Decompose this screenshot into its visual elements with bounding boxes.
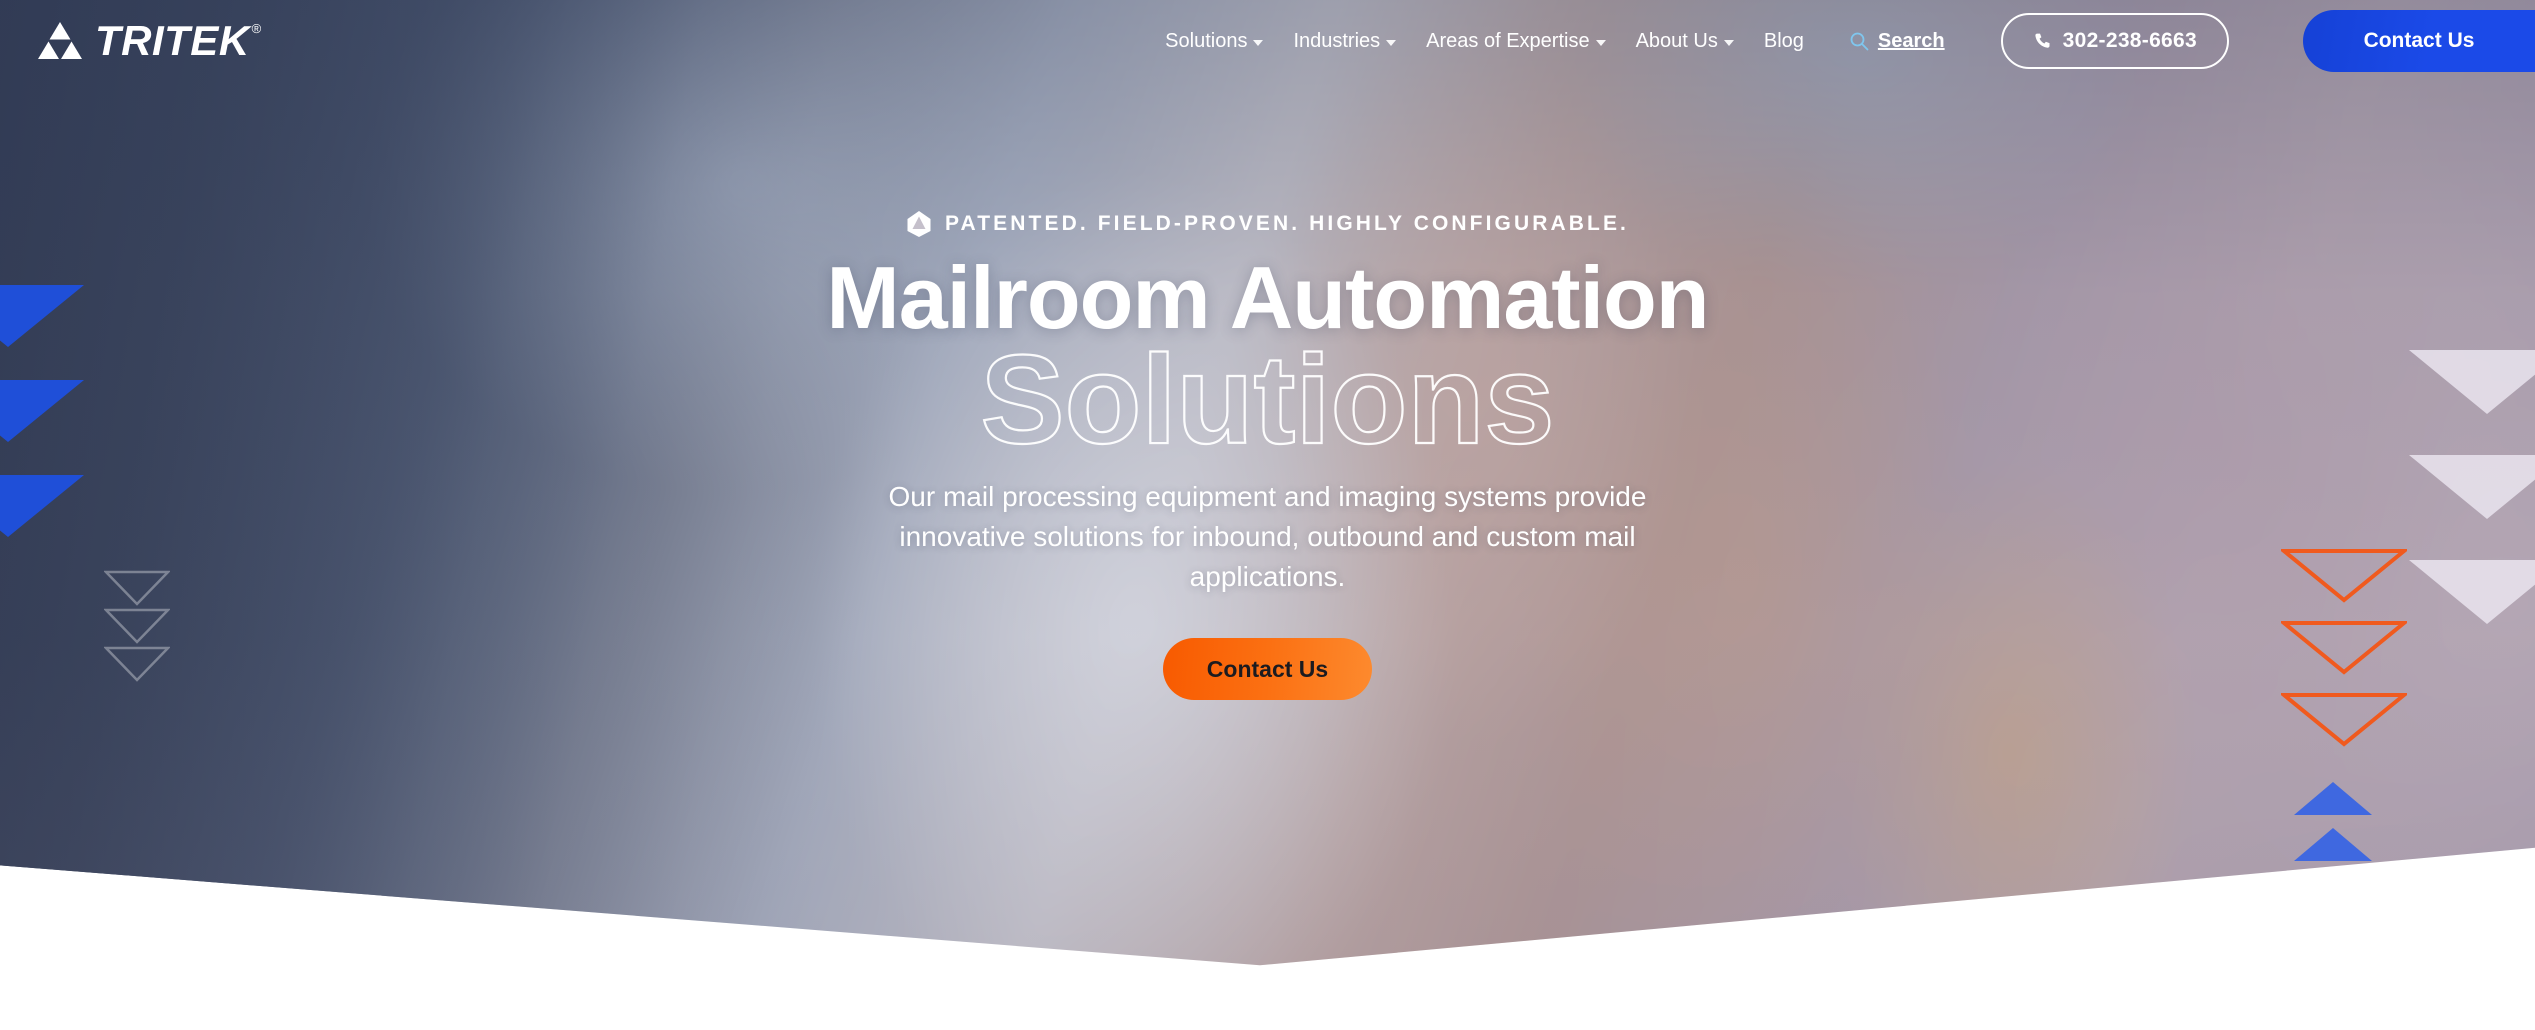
phone-icon	[2035, 33, 2050, 48]
main-navigation: Solutions Industries Areas of Expertise …	[1165, 10, 2535, 72]
phone-button[interactable]: 302-238-6663	[2000, 13, 2229, 69]
tritek-triangle-logo-icon	[38, 22, 82, 59]
hero-headline-outline: Solutions	[979, 329, 1555, 471]
nav-item-label: Industries	[1293, 30, 1381, 52]
search-button[interactable]: Search	[1849, 30, 1945, 53]
logo-wordmark: TRITEK	[95, 17, 250, 64]
logo-link[interactable]: TRITEK ®	[36, 20, 261, 62]
hero-eyebrow-text: PATENTED. FIELD-PROVEN. HIGHLY CONFIGURA…	[945, 211, 1629, 235]
hero-section: TRITEK ® Solutions Industries Areas of E…	[0, 0, 2535, 966]
nav-item-blog[interactable]: Blog	[1764, 31, 1804, 51]
chevron-down-icon	[1595, 40, 1606, 46]
nav-item-label: Areas of Expertise	[1426, 30, 1590, 52]
chevron-down-icon	[1723, 40, 1734, 46]
hero-contact-us-button[interactable]: Contact Us	[1162, 638, 1373, 701]
nav-item-solutions[interactable]: Solutions	[1165, 30, 1264, 52]
nav-item-label: About Us	[1635, 30, 1718, 52]
gem-icon	[907, 210, 931, 237]
registered-trademark-symbol: ®	[251, 21, 262, 36]
hero-subtitle: Our mail processing equipment and imagin…	[888, 481, 1647, 592]
phone-number: 302-238-6663	[2062, 29, 2197, 52]
site-header: TRITEK ® Solutions Industries Areas of E…	[0, 0, 2535, 82]
hero-content: PATENTED. FIELD-PROVEN. HIGHLY CONFIGURA…	[0, 0, 2535, 870]
search-icon	[1850, 32, 1869, 51]
nav-item-label: Solutions	[1165, 30, 1248, 52]
header-contact-us-button[interactable]: Contact Us	[2303, 10, 2535, 72]
nav-item-label: Blog	[1763, 30, 1804, 52]
chevron-down-icon	[1253, 40, 1264, 46]
chevron-down-icon	[1386, 40, 1397, 46]
nav-item-about-us[interactable]: About Us	[1636, 31, 1734, 51]
hero-eyebrow: PATENTED. FIELD-PROVEN. HIGHLY CONFIGURA…	[906, 210, 1629, 238]
nav-item-industries[interactable]: Industries	[1293, 30, 1397, 52]
search-label: Search	[1877, 29, 1945, 52]
nav-item-areas-of-expertise[interactable]: Areas of Expertise	[1426, 30, 1606, 52]
decor-blue-up-triangle-3	[2294, 874, 2372, 907]
